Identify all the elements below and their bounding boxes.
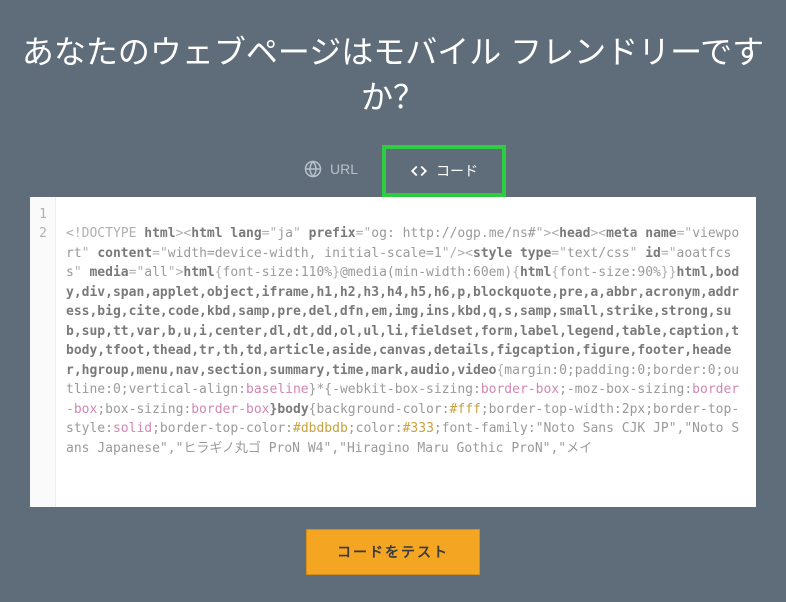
test-code-button[interactable]: コードをテスト xyxy=(306,529,480,575)
code-icon xyxy=(410,162,428,180)
tab-url-label: URL xyxy=(330,161,358,177)
tab-code-label: コード xyxy=(436,161,478,181)
tab-url[interactable]: URL xyxy=(280,145,382,197)
tabs-container: URL コード xyxy=(0,145,786,197)
button-row: コードをテスト xyxy=(0,507,786,597)
tab-code[interactable]: コード xyxy=(382,145,506,197)
line-number: 2 xyxy=(38,224,47,244)
page-title: あなたのウェブページはモバイル フレンドリーですか？ xyxy=(0,0,786,145)
globe-icon xyxy=(304,160,322,178)
line-gutter: 1 2 xyxy=(30,197,56,507)
line-number: 1 xyxy=(38,205,47,225)
code-content[interactable]: <!DOCTYPE html><html lang="ja" prefix="o… xyxy=(56,197,756,507)
code-editor[interactable]: 1 2 <!DOCTYPE html><html lang="ja" prefi… xyxy=(30,197,756,507)
